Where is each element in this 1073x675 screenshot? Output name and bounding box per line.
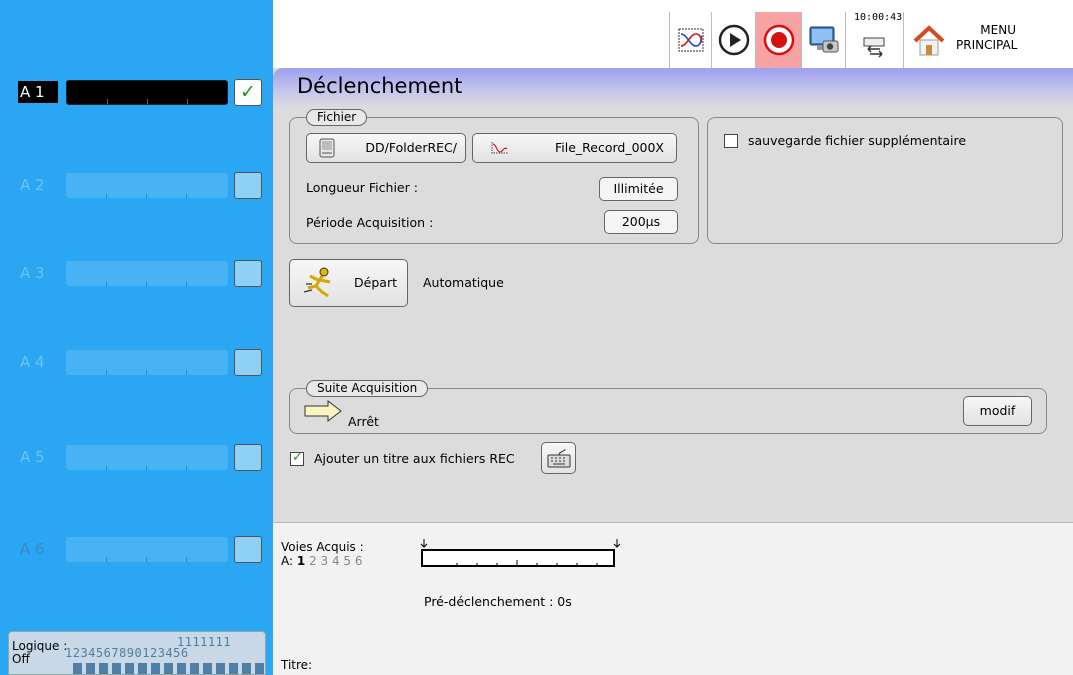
channel-checkbox[interactable] <box>234 172 262 199</box>
file-length-label: Longueur Fichier : <box>306 180 418 195</box>
channel-row-a4[interactable]: A 4 <box>0 345 273 377</box>
channel-row-a3[interactable]: A 3 <box>0 256 273 288</box>
channel-checkbox[interactable] <box>234 349 262 376</box>
file-group-legend: Fichier <box>306 109 368 126</box>
channel-row-a5[interactable]: A 5 <box>0 440 273 472</box>
arrow-right-icon <box>304 400 342 422</box>
extra-save-group: sauvegarde fichier supplémentaire <box>707 117 1063 244</box>
start-button-label: Départ <box>354 275 397 290</box>
folder-button[interactable]: DD/FolderREC/ <box>306 133 466 163</box>
acquisition-period-label: Période Acquisition : <box>306 215 434 230</box>
channel-label: A 6 <box>20 540 45 558</box>
channel-label: A 3 <box>20 264 45 282</box>
channel-row-a6[interactable]: A 6 <box>0 532 273 564</box>
main-menu-button[interactable]: MENU PRINCIPAL <box>903 12 1073 68</box>
panel-header: Déclenchement <box>273 68 1073 108</box>
main-menu-label: MENU PRINCIPAL <box>956 23 1018 52</box>
start-mode: Automatique <box>423 275 504 290</box>
file-name: File_Record_000X <box>554 140 664 155</box>
logic-bit-indicators <box>73 663 264 675</box>
usb-transfer-icon <box>863 37 884 58</box>
channel-label: A 5 <box>20 448 45 466</box>
channel-row-a1[interactable]: A 1 <box>0 75 273 107</box>
waveform-button[interactable] <box>669 12 711 68</box>
record-button[interactable] <box>755 12 801 68</box>
channel-checkbox[interactable] <box>234 536 262 563</box>
runner-icon <box>303 267 331 298</box>
add-title-checkbox[interactable] <box>290 450 304 466</box>
keyboard-button[interactable] <box>541 442 576 474</box>
hard-drive-icon <box>319 138 335 158</box>
file-length-value[interactable]: Illimitée <box>599 177 678 201</box>
play-icon <box>718 24 749 56</box>
channel-bar[interactable] <box>66 261 228 286</box>
start-trigger-button[interactable]: Départ <box>289 259 408 307</box>
channel-label: A 1 <box>18 81 58 103</box>
record-file-icon <box>491 142 508 154</box>
modify-button-label: modif <box>979 403 1016 418</box>
channel-bar[interactable] <box>66 173 228 198</box>
acquisition-info-panel: Voies Acquis : A: 1 2 3 4 5 6 Pré-déclen… <box>273 522 1073 675</box>
channel-bar[interactable] <box>66 537 228 562</box>
channel-bar[interactable] <box>66 350 228 375</box>
acquired-channels-label: Voies Acquis : <box>281 540 364 554</box>
pre-trigger-timeline <box>420 539 621 567</box>
monitor-camera-icon <box>809 26 838 53</box>
channel-sidebar: A 1 A 2 A 3 A 4 A 5 A 6 <box>0 0 273 675</box>
usb-transfer-button[interactable]: 10:00:43 <box>845 12 903 68</box>
keyboard-icon <box>547 448 571 468</box>
channel-bar[interactable] <box>66 80 228 105</box>
extra-save-label: sauvegarde fichier supplémentaire <box>748 133 967 148</box>
pre-trigger-value: Pré-déclenchement : 0s <box>424 594 572 609</box>
folder-path: DD/FolderREC/ <box>365 140 457 155</box>
waveform-icon <box>678 28 703 52</box>
acquired-channels-list: A: 1 2 3 4 5 6 <box>281 554 363 568</box>
file-group: Fichier DD/FolderREC/ File_Record_000X L… <box>289 109 699 244</box>
acquisition-continuation-group: Suite Acquisition Arrêt modif <box>289 380 1047 434</box>
trigger-settings-panel: Déclenchement Fichier DD/FolderREC/ File… <box>273 68 1073 522</box>
home-icon <box>913 25 945 56</box>
play-button[interactable] <box>711 12 755 68</box>
logic-label: Logique : Off <box>12 639 68 666</box>
file-name-button[interactable]: File_Record_000X <box>472 133 677 163</box>
channel-bar[interactable] <box>66 445 228 470</box>
screenshot-button[interactable] <box>801 12 845 68</box>
extra-save-checkbox[interactable] <box>724 134 738 148</box>
clock-display: 10:00:43 <box>854 12 903 23</box>
add-title-label: Ajouter un titre aux fichiers REC <box>314 451 515 466</box>
logic-channels-panel[interactable]: Logique : Off 1111111 1234567890123456 <box>8 631 266 675</box>
page-title: Déclenchement <box>297 74 463 98</box>
modify-button[interactable]: modif <box>963 396 1032 426</box>
channel-checkbox[interactable] <box>234 79 262 106</box>
channel-label: A 4 <box>20 353 45 371</box>
channel-checkbox[interactable] <box>234 260 262 287</box>
channel-label: A 2 <box>20 176 45 194</box>
title-label: Titre: <box>281 658 313 672</box>
acquisition-period-value[interactable]: 200µs <box>604 210 678 234</box>
channel-checkbox[interactable] <box>234 444 262 471</box>
top-toolbar: 10:00:43 MENU PRINCIPAL <box>273 0 1073 68</box>
acquisition-continuation-legend: Suite Acquisition <box>306 380 429 397</box>
acquisition-continuation-value: Arrêt <box>348 414 379 429</box>
record-icon <box>763 24 794 56</box>
channel-row-a2[interactable]: A 2 <box>0 168 273 200</box>
